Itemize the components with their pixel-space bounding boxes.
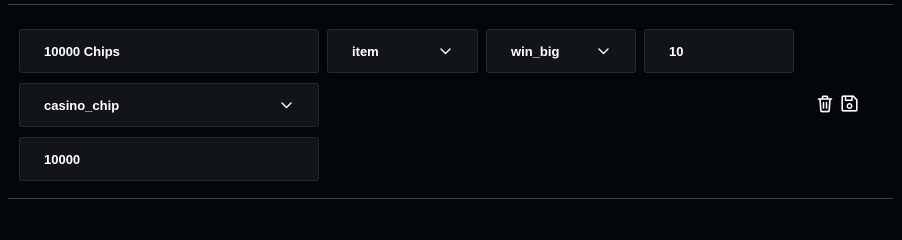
amount-value: 10 — [669, 43, 684, 59]
save-button[interactable] — [840, 95, 858, 117]
quantity-input[interactable]: 10000 — [19, 137, 319, 181]
amount-input[interactable]: 10 — [644, 29, 794, 73]
trigger-value: win_big — [511, 43, 560, 59]
quantity-value: 10000 — [44, 151, 81, 167]
reward-name-input[interactable]: 10000 Chips — [19, 29, 319, 73]
top-divider — [8, 4, 893, 5]
item-select[interactable]: casino_chip — [19, 83, 319, 127]
row-actions — [816, 95, 858, 118]
reward-type-select[interactable]: item — [327, 29, 478, 73]
chevron-down-icon — [597, 45, 609, 57]
delete-button[interactable] — [816, 95, 834, 118]
chevron-down-icon — [439, 45, 451, 57]
reward-type-value: item — [352, 43, 379, 59]
reward-name-value: 10000 Chips — [44, 43, 120, 59]
save-icon — [840, 95, 858, 117]
bottom-divider — [8, 198, 893, 199]
trigger-select[interactable]: win_big — [486, 29, 636, 73]
reward-row-editor: 10000 Chips item win_big 10 casino_chip … — [0, 0, 902, 201]
chevron-down-icon — [280, 99, 292, 111]
item-value: casino_chip — [44, 97, 120, 113]
trash-icon — [817, 95, 833, 118]
